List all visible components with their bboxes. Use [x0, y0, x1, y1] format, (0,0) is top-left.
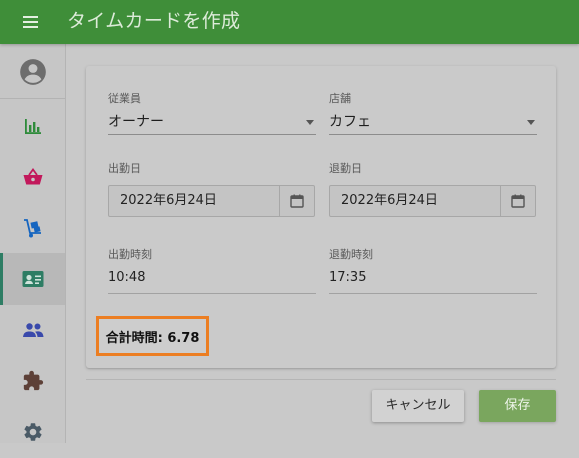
sidebar-item-reports[interactable] — [0, 100, 65, 152]
store-value: カフェ — [329, 114, 371, 130]
sidebar-item-extensions[interactable] — [0, 355, 65, 407]
sidebar-item-employees[interactable] — [0, 304, 65, 356]
clock-out-date-field[interactable]: 2022年6月24日 — [329, 185, 536, 217]
clock-in-date-field[interactable]: 2022年6月24日 — [108, 185, 315, 217]
menu-icon — [23, 16, 38, 28]
people-icon — [22, 323, 43, 337]
account-circle-icon — [19, 59, 46, 85]
employee-select[interactable]: オーナー — [108, 110, 316, 135]
clock-in-date-label: 出勤日 — [108, 162, 141, 175]
clock-out-time-value: 17:35 — [329, 270, 367, 285]
bar-chart-icon — [24, 119, 41, 134]
clock-in-time-input[interactable]: 10:48 — [108, 267, 316, 294]
app-bar: タイムカードを作成 — [0, 0, 579, 44]
clock-out-date-value: 2022年6月24日 — [341, 193, 438, 208]
page-title: タイムカードを作成 — [67, 10, 241, 32]
clock-out-time-input[interactable]: 17:35 — [329, 267, 537, 294]
sidebar-item-inventory[interactable] — [0, 202, 65, 254]
id-card-icon — [22, 271, 43, 287]
clock-in-date-picker-button[interactable] — [279, 186, 314, 216]
employee-value: オーナー — [108, 114, 164, 130]
gear-icon — [23, 423, 42, 441]
sidebar-item-account[interactable] — [0, 46, 65, 99]
sidebar-nav — [0, 44, 66, 443]
clock-out-time-label: 退勤時刻 — [329, 248, 373, 261]
employee-label: 従業員 — [108, 92, 141, 105]
store-label: 店舗 — [329, 92, 351, 105]
hand-truck-icon — [23, 219, 41, 238]
calendar-icon — [290, 194, 304, 208]
cancel-button[interactable]: キャンセル — [372, 390, 464, 422]
menu-button[interactable] — [20, 12, 44, 32]
actions-divider — [86, 379, 556, 380]
sidebar-item-settings[interactable] — [0, 406, 65, 458]
clock-out-date-label: 退勤日 — [329, 162, 362, 175]
sidebar-item-timecards[interactable] — [0, 253, 65, 305]
save-button[interactable]: 保存 — [479, 390, 556, 422]
clock-out-date-picker-button[interactable] — [500, 186, 535, 216]
shopping-basket-icon — [23, 167, 42, 185]
clock-in-time-label: 出勤時刻 — [108, 248, 152, 261]
sidebar-item-sales[interactable] — [0, 151, 65, 203]
clock-in-time-value: 10:48 — [108, 270, 146, 285]
total-hours: 合計時間: 6.78 — [96, 316, 209, 356]
chevron-down-icon — [306, 120, 314, 125]
calendar-icon — [511, 194, 525, 208]
store-select[interactable]: カフェ — [329, 110, 537, 135]
puzzle-icon — [23, 370, 43, 391]
chevron-down-icon — [527, 120, 535, 125]
clock-in-date-value: 2022年6月24日 — [120, 193, 217, 208]
